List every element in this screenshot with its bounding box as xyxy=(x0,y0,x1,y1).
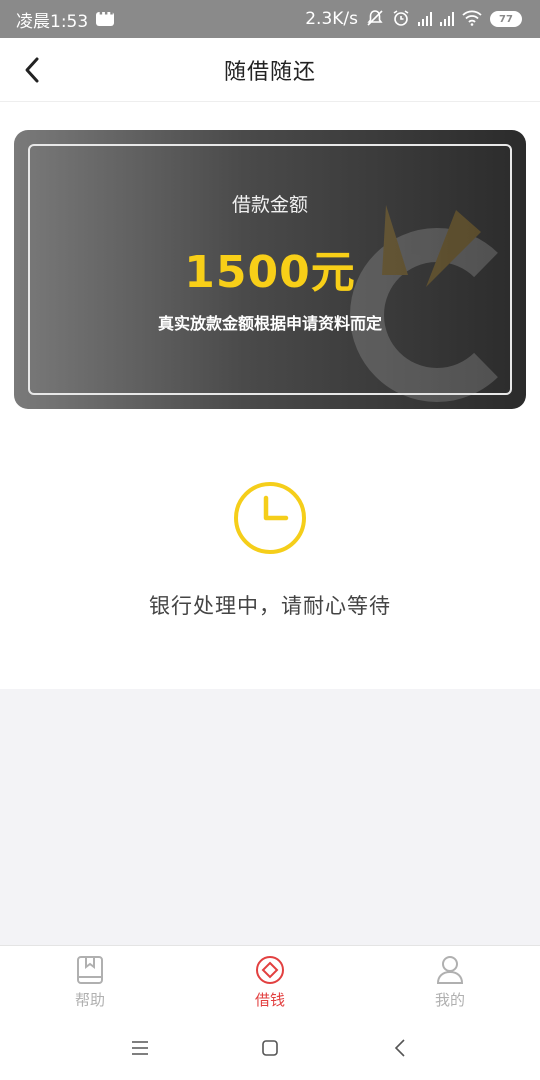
header: 随借随还 xyxy=(0,38,540,102)
processing-status-text: 银行处理中，请耐心等待 xyxy=(149,594,391,618)
signal-icon xyxy=(418,12,432,26)
tab-mine-label: 我的 xyxy=(434,991,465,1009)
net-speed: 2.3K/s xyxy=(305,9,358,29)
wifi-icon xyxy=(462,10,482,29)
book-icon xyxy=(77,956,103,984)
back-triangle-icon xyxy=(394,1038,405,1057)
system-back-button[interactable] xyxy=(380,1028,420,1068)
message-icon xyxy=(96,6,115,26)
bottom-tab-bar: 帮助 借钱 我的 xyxy=(0,945,540,1015)
back-button[interactable] xyxy=(14,52,50,88)
tab-help[interactable]: 帮助 xyxy=(0,946,180,1015)
tab-borrow-label: 借钱 xyxy=(254,991,285,1009)
status-bar: 凌晨1:53 2.3K/s 77 xyxy=(0,0,540,38)
status-time: 凌晨1:53 xyxy=(16,11,89,32)
tab-mine[interactable]: 我的 xyxy=(360,946,540,1015)
system-nav-bar xyxy=(0,1015,540,1080)
diamond-circle-icon xyxy=(256,956,284,984)
mute-icon xyxy=(366,9,384,30)
content-background xyxy=(0,689,540,945)
home-square-icon xyxy=(262,1039,278,1056)
home-button[interactable] xyxy=(250,1028,290,1068)
menu-button[interactable] xyxy=(120,1028,160,1068)
clock-icon xyxy=(232,480,308,556)
user-icon xyxy=(436,956,464,984)
signal-icon xyxy=(440,12,454,26)
menu-icon xyxy=(132,1040,148,1055)
page-title: 随借随还 xyxy=(223,59,316,85)
tab-borrow[interactable]: 借钱 xyxy=(180,946,360,1015)
battery-icon: 77 xyxy=(490,11,522,27)
card-label: 借款金额 xyxy=(231,194,308,216)
alarm-icon xyxy=(392,9,410,30)
loan-amount: 1500元 xyxy=(184,247,356,298)
chevron-left-icon xyxy=(25,57,39,83)
card-note: 真实放款金额根据申请资料而定 xyxy=(157,314,382,333)
tab-help-label: 帮助 xyxy=(74,991,105,1009)
